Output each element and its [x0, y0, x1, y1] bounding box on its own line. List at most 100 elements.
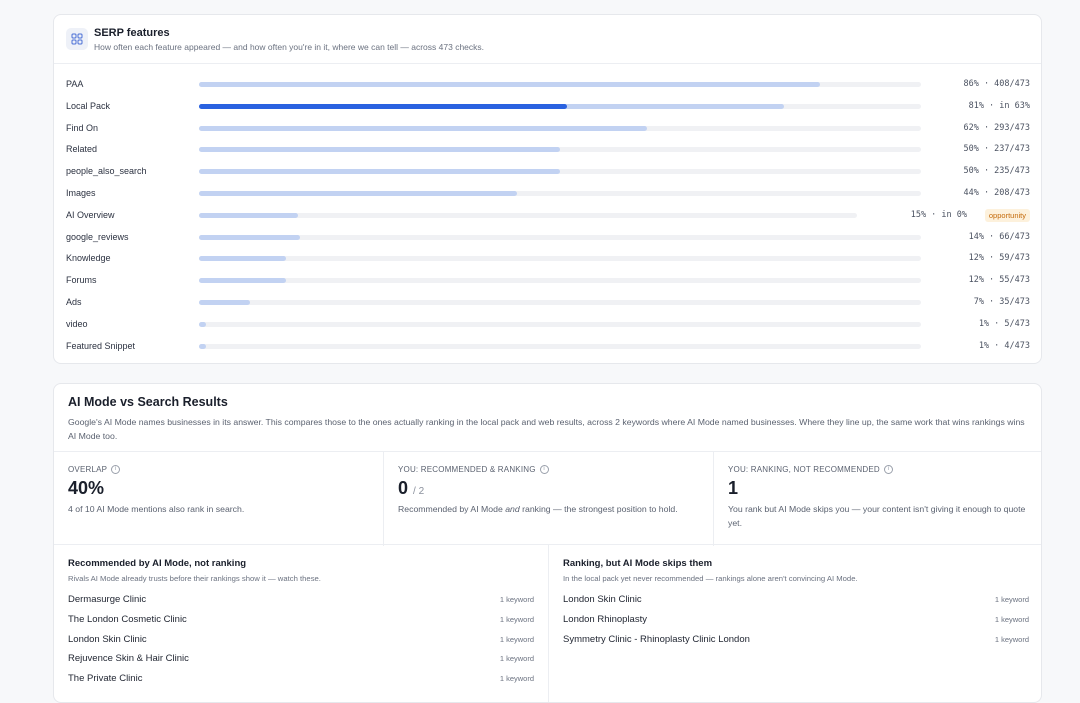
- business-name: London Rhinoplasty: [563, 614, 647, 626]
- ai-mode-description: Google's AI Mode names businesses in its…: [68, 417, 1025, 441]
- serp-row-bar: [199, 82, 820, 87]
- serp-row-stat: 14% · 66/473: [968, 231, 1030, 242]
- ai-mode-card: AI Mode vs Search Results Google's AI Mo…: [53, 383, 1042, 703]
- serp-row-bar: [199, 147, 560, 153]
- serp-row-track: [199, 82, 921, 87]
- serp-row: video 1% · 5/473: [54, 313, 1041, 335]
- list-item[interactable]: London Skin Clinic 1 keyword: [68, 629, 534, 649]
- info-icon[interactable]: i: [539, 465, 549, 474]
- business-name: London Skin Clinic: [68, 633, 147, 645]
- serp-row-stat: 62% · 293/473: [963, 122, 1030, 133]
- serp-row-track: [199, 321, 921, 327]
- serp-row-label: PAA: [66, 79, 84, 89]
- serp-row-stat: 50% · 235/473: [963, 166, 1030, 177]
- keyword-count: 1 keyword: [499, 595, 534, 605]
- list-item[interactable]: The London Cosmetic Clinic 1 keyword: [68, 610, 534, 630]
- serp-row: Featured Snippet 1% · 4/473: [54, 335, 1041, 357]
- serp-row: Local Pack 81% · in 63%: [54, 95, 1041, 117]
- serp-row-label: AI Overview: [66, 209, 115, 220]
- keyword-count: 1 keyword: [994, 615, 1029, 625]
- serp-title: SERP features: [94, 27, 170, 39]
- serp-row-bar: [199, 125, 647, 131]
- serp-row-stat: 1% · 5/473: [978, 318, 1030, 329]
- ai-mode-title: AI Mode vs Search Results: [68, 395, 228, 409]
- stat-value: 0: [398, 478, 409, 498]
- serp-row-you-bar: [199, 103, 568, 109]
- keyword-count: 1 keyword: [499, 634, 534, 644]
- serp-row-stat: 44% · 208/473: [963, 188, 1030, 198]
- list-title: Ranking, but AI Mode skips them: [563, 558, 713, 569]
- serp-features-card: SERP features How often each feature app…: [53, 14, 1042, 364]
- list-item[interactable]: The Private Clinic 1 keyword: [68, 669, 534, 689]
- stat-label: YOU: RECOMMENDED & RANKING: [398, 465, 536, 474]
- serp-row-track: [199, 343, 921, 349]
- business-name: Dermasurge Clinic: [68, 594, 147, 606]
- serp-row-track: [199, 300, 921, 305]
- serp-row: AI Overview 15% · in 0% opportunity: [54, 204, 1041, 226]
- stat-value: 40%: [68, 478, 105, 498]
- info-icon[interactable]: i: [883, 465, 893, 474]
- business-name: The Private Clinic: [68, 673, 143, 685]
- serp-row-label: Featured Snippet: [66, 340, 136, 351]
- opportunity-badge: opportunity: [984, 208, 1030, 222]
- stat-label: OVERLAP: [68, 465, 108, 474]
- serp-row-label: Knowledge: [66, 253, 111, 264]
- list-title: Recommended by AI Mode, not ranking: [68, 558, 247, 569]
- list-item[interactable]: London Rhinoplasty 1 keyword: [563, 610, 1029, 630]
- ranking-skipped-list: Ranking, but AI Mode skips them In the l…: [548, 545, 1041, 702]
- serp-row-bar: [199, 191, 517, 196]
- serp-header: SERP features How often each feature app…: [54, 15, 1041, 64]
- serp-row: Forums 12% · 55/473: [54, 269, 1041, 291]
- serp-row: Knowledge 12% · 59/473: [54, 247, 1041, 269]
- stat-of: / 2: [413, 486, 425, 497]
- serp-row-bar: [199, 300, 250, 305]
- serp-row-label: Local Pack: [66, 100, 111, 111]
- serp-row-bar: [199, 278, 286, 284]
- serp-row-stat: 12% · 59/473: [968, 253, 1030, 264]
- serp-row-track: [199, 125, 921, 131]
- serp-row-bar: [199, 169, 560, 175]
- grid-icon: [66, 28, 88, 50]
- serp-row-stat: 1% · 4/473: [978, 340, 1030, 351]
- list-subtitle: In the local pack yet never recommended …: [563, 574, 858, 583]
- list-item[interactable]: Symmetry Clinic - Rhinoplasty Clinic Lon…: [563, 629, 1029, 649]
- stat-note: 4 of 10 AI Mode mentions also rank in se…: [68, 504, 245, 514]
- serp-row: Find On 62% · 293/473: [54, 117, 1041, 139]
- serp-row-label: Related: [66, 144, 98, 155]
- serp-row-stat: 81% · in 63%: [968, 100, 1030, 111]
- serp-row-stat: 50% · 237/473: [963, 144, 1030, 155]
- serp-subtitle: How often each feature appeared — and ho…: [94, 42, 485, 52]
- serp-row-stat: 7% · 35/473: [973, 297, 1030, 307]
- business-name: Symmetry Clinic - Rhinoplasty Clinic Lon…: [563, 633, 750, 645]
- serp-row-track: [199, 169, 921, 175]
- serp-row-track: [199, 278, 921, 284]
- serp-row-track: [199, 191, 921, 196]
- ai-mode-stats: OVERLAP i 40% 4 of 10 AI Mode mentions al…: [54, 451, 1041, 546]
- serp-row: Related 50% · 237/473: [54, 138, 1041, 160]
- serp-row-label: Forums: [66, 275, 97, 286]
- serp-row-bar: [199, 212, 298, 218]
- list-item[interactable]: Rejuvence Skin & Hair Clinic 1 keyword: [68, 649, 534, 669]
- serp-row-track: [199, 234, 921, 240]
- serp-row-track: [199, 147, 921, 153]
- ai-mode-lists: Recommended by AI Mode, not ranking Riva…: [54, 545, 1041, 702]
- keyword-count: 1 keyword: [499, 674, 534, 684]
- list-item[interactable]: London Skin Clinic 1 keyword: [563, 590, 1029, 610]
- serp-row: PAA 86% · 408/473: [54, 73, 1041, 95]
- serp-row-bar: [199, 321, 207, 327]
- info-icon[interactable]: i: [111, 465, 121, 474]
- stat-note: You rank but AI Mode skips you — your co…: [728, 504, 1026, 528]
- stat-overlap: OVERLAP i 40% 4 of 10 AI Mode mentions al…: [54, 452, 383, 546]
- list-item[interactable]: Dermasurge Clinic 1 keyword: [68, 590, 534, 610]
- stat-value: 1: [728, 478, 739, 498]
- keyword-count: 1 keyword: [499, 654, 534, 664]
- serp-row: Images 44% · 208/473: [54, 182, 1041, 204]
- business-name: Rejuvence Skin & Hair Clinic: [68, 653, 189, 665]
- keyword-count: 1 keyword: [994, 634, 1029, 644]
- serp-row-stat: 86% · 408/473: [963, 79, 1030, 89]
- serp-row-label: video: [66, 318, 88, 329]
- stat-recommended-ranking: YOU: RECOMMENDED & RANKING i 0 / 2 Recomm…: [383, 452, 713, 546]
- stat-ranking-not-recommended: YOU: RANKING, NOT RECOMMENDED i 1 You ran…: [713, 452, 1041, 546]
- serp-row-track: [199, 256, 921, 262]
- business-name: London Skin Clinic: [563, 594, 642, 606]
